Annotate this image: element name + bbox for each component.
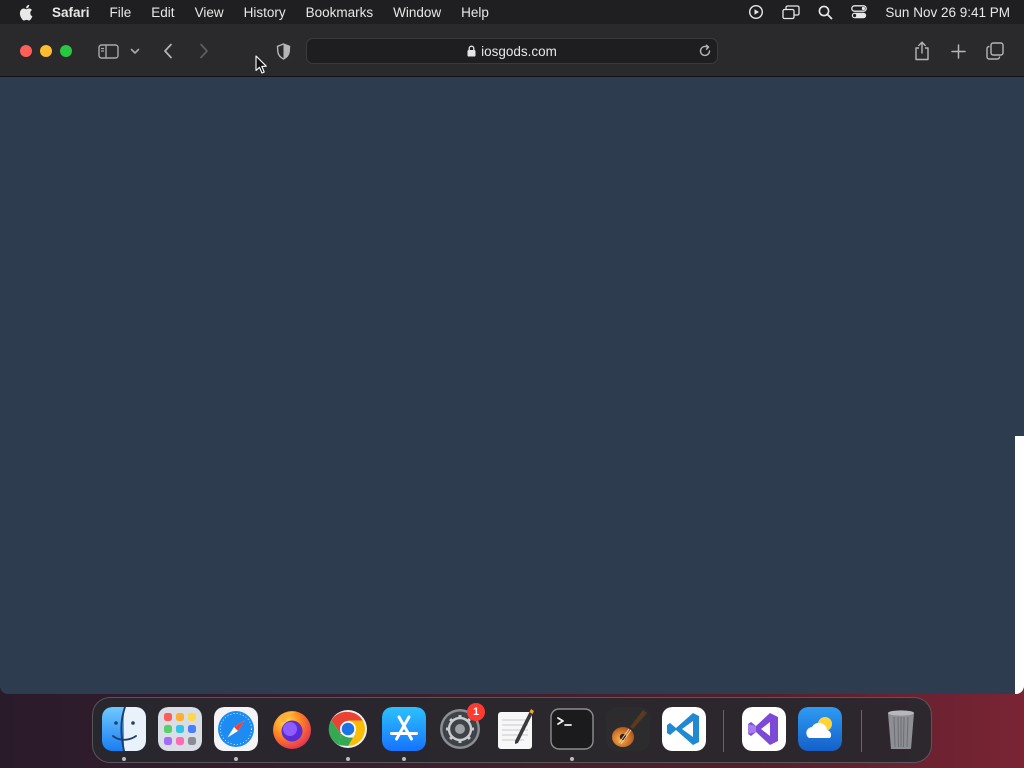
finder-running-indicator [122, 757, 126, 761]
web-page-content[interactable] [0, 77, 1024, 694]
dock-separator [861, 710, 862, 752]
page-scroll-edge [1015, 436, 1024, 694]
textedit-icon[interactable] [494, 707, 538, 751]
address-bar[interactable]: iosgods.com [306, 38, 718, 64]
safari-window: iosgods.com [0, 24, 1024, 694]
menu-bar-clock[interactable]: Sun Nov 26 9:41 PM [885, 5, 1010, 20]
menu-bookmarks[interactable]: Bookmarks [306, 5, 374, 20]
menu-edit[interactable]: Edit [151, 5, 174, 20]
share-icon[interactable] [911, 39, 933, 63]
minimize-window-button[interactable] [40, 45, 52, 57]
terminal-running-indicator [570, 757, 574, 761]
app-store-running-indicator [402, 757, 406, 761]
sidebar-toggle-icon[interactable] [96, 41, 120, 61]
reload-icon[interactable] [698, 44, 712, 61]
app-store-icon[interactable] [382, 707, 426, 751]
apple-menu-icon[interactable] [18, 4, 34, 20]
trash-icon[interactable] [879, 707, 923, 751]
back-button-icon[interactable] [158, 40, 178, 62]
screen-mirroring-icon[interactable] [782, 4, 801, 20]
dock-separator [723, 710, 724, 752]
close-window-button[interactable] [20, 45, 32, 57]
menu-history[interactable]: History [244, 5, 286, 20]
lock-icon [467, 45, 476, 57]
menu-bar: Safari File Edit View History Bookmarks … [0, 0, 1024, 24]
tab-group-chevron-down-icon[interactable] [128, 43, 142, 59]
chrome-running-indicator [346, 757, 350, 761]
system-settings-badge: 1 [467, 703, 485, 721]
safari-running-indicator [234, 757, 238, 761]
forward-button-icon[interactable] [194, 40, 214, 62]
privacy-report-shield-icon[interactable] [272, 41, 294, 61]
chrome-icon[interactable] [326, 707, 370, 751]
spotlight-search-icon[interactable] [818, 5, 833, 20]
control-center-icon[interactable] [851, 5, 868, 19]
garageband-icon[interactable] [606, 707, 650, 751]
screen-recording-icon[interactable] [748, 4, 764, 20]
address-url-text: iosgods.com [481, 43, 557, 59]
launchpad-icon[interactable] [158, 707, 202, 751]
dock: 1 [92, 697, 932, 763]
weather-icon[interactable] [798, 707, 842, 751]
visual-studio-icon[interactable] [742, 707, 786, 751]
menu-help[interactable]: Help [461, 5, 489, 20]
zoom-window-button[interactable] [60, 45, 72, 57]
browser-toolbar: iosgods.com [0, 24, 1024, 77]
menu-view[interactable]: View [195, 5, 224, 20]
menu-window[interactable]: Window [393, 5, 441, 20]
finder-icon[interactable] [102, 707, 146, 751]
firefox-icon[interactable] [270, 707, 314, 751]
tab-overview-icon[interactable] [984, 40, 1006, 62]
menu-app-safari[interactable]: Safari [52, 5, 90, 20]
mouse-pointer-icon [255, 55, 267, 79]
vscode-icon[interactable] [662, 707, 706, 751]
menu-file[interactable]: File [110, 5, 132, 20]
terminal-icon[interactable] [550, 707, 594, 751]
new-tab-plus-icon[interactable] [947, 40, 969, 62]
safari-icon[interactable] [214, 707, 258, 751]
